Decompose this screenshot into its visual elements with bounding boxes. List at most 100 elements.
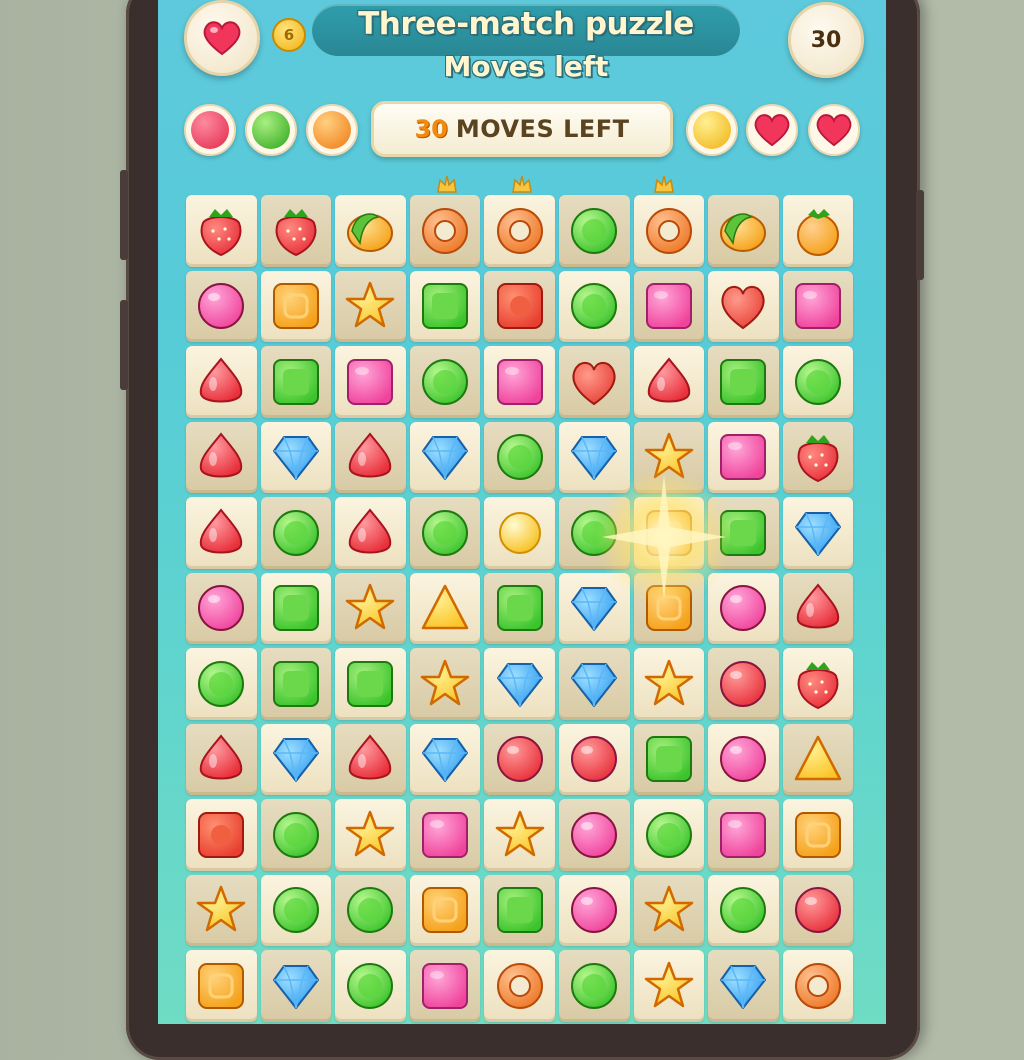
board-tile[interactable] bbox=[782, 421, 854, 493]
board-tile[interactable] bbox=[335, 950, 406, 1022]
board-tile[interactable] bbox=[558, 421, 630, 493]
board-tile[interactable] bbox=[335, 874, 406, 946]
board-tile[interactable] bbox=[409, 799, 481, 871]
board-tile[interactable] bbox=[335, 572, 406, 644]
board-tile[interactable] bbox=[186, 270, 257, 342]
board-tile[interactable] bbox=[558, 195, 630, 267]
board-tile[interactable] bbox=[335, 270, 406, 342]
board-tile[interactable] bbox=[260, 346, 332, 418]
board-tile[interactable] bbox=[708, 270, 779, 342]
board-tile[interactable] bbox=[633, 648, 705, 720]
board-tile[interactable] bbox=[558, 874, 630, 946]
board-tile[interactable] bbox=[558, 497, 630, 569]
board-tile[interactable] bbox=[335, 346, 406, 418]
board-tile[interactable] bbox=[260, 421, 332, 493]
board-tile[interactable] bbox=[558, 270, 630, 342]
board-tile[interactable] bbox=[484, 799, 555, 871]
board-tile[interactable] bbox=[708, 195, 779, 267]
board-tile[interactable] bbox=[335, 497, 406, 569]
board-tile[interactable] bbox=[633, 572, 705, 644]
board-tile[interactable] bbox=[484, 572, 555, 644]
lives-button[interactable] bbox=[184, 0, 260, 76]
board-tile[interactable] bbox=[708, 497, 779, 569]
board-tile[interactable] bbox=[782, 874, 854, 946]
board-tile[interactable] bbox=[186, 195, 257, 267]
board-tile[interactable] bbox=[335, 723, 406, 795]
board-tile[interactable] bbox=[335, 421, 406, 493]
board-tile[interactable] bbox=[708, 723, 779, 795]
board-tile[interactable] bbox=[633, 421, 705, 493]
board-tile[interactable] bbox=[633, 195, 705, 267]
board-tile[interactable] bbox=[558, 950, 630, 1022]
board-tile[interactable] bbox=[409, 950, 481, 1022]
board-tile[interactable] bbox=[186, 572, 257, 644]
board-tile[interactable] bbox=[409, 723, 481, 795]
board-tile[interactable] bbox=[484, 874, 555, 946]
board-tile[interactable] bbox=[484, 346, 555, 418]
board-tile[interactable] bbox=[782, 723, 854, 795]
board-tile[interactable] bbox=[633, 270, 705, 342]
board-tile[interactable] bbox=[558, 648, 630, 720]
board-tile[interactable] bbox=[186, 421, 257, 493]
board-tile[interactable] bbox=[782, 497, 854, 569]
board-tile[interactable] bbox=[708, 346, 779, 418]
board-tile[interactable] bbox=[409, 572, 481, 644]
board-tile[interactable] bbox=[633, 497, 705, 569]
board-tile[interactable] bbox=[558, 572, 630, 644]
board-tile[interactable] bbox=[484, 195, 555, 267]
board-tile[interactable] bbox=[558, 346, 630, 418]
board-tile[interactable] bbox=[782, 195, 854, 267]
board-tile[interactable] bbox=[260, 195, 332, 267]
board-tile[interactable] bbox=[484, 648, 555, 720]
board-tile[interactable] bbox=[409, 497, 481, 569]
board-tile[interactable] bbox=[782, 572, 854, 644]
board-tile[interactable] bbox=[558, 723, 630, 795]
board-tile[interactable] bbox=[782, 648, 854, 720]
board-tile[interactable] bbox=[409, 648, 481, 720]
board-tile[interactable] bbox=[484, 723, 555, 795]
board-tile[interactable] bbox=[335, 799, 406, 871]
board-tile[interactable] bbox=[633, 723, 705, 795]
board-tile[interactable] bbox=[409, 421, 481, 493]
board-tile[interactable] bbox=[260, 950, 332, 1022]
board-tile[interactable] bbox=[708, 572, 779, 644]
board-tile[interactable] bbox=[186, 723, 257, 795]
board-tile[interactable] bbox=[782, 346, 854, 418]
board-tile[interactable] bbox=[633, 950, 705, 1022]
board-tile[interactable] bbox=[260, 572, 332, 644]
board-tile[interactable] bbox=[186, 799, 257, 871]
board-tile[interactable] bbox=[558, 799, 630, 871]
board-tile[interactable] bbox=[633, 874, 705, 946]
board-tile[interactable] bbox=[708, 421, 779, 493]
board-tile[interactable] bbox=[484, 497, 555, 569]
board-tile[interactable] bbox=[260, 799, 332, 871]
board-tile[interactable] bbox=[260, 270, 332, 342]
board-tile[interactable] bbox=[409, 346, 481, 418]
board-tile[interactable] bbox=[260, 648, 332, 720]
board-tile[interactable] bbox=[260, 723, 332, 795]
board-tile[interactable] bbox=[708, 799, 779, 871]
board-tile[interactable] bbox=[708, 950, 779, 1022]
board-tile[interactable] bbox=[260, 874, 332, 946]
board-tile[interactable] bbox=[633, 799, 705, 871]
board-tile[interactable] bbox=[633, 346, 705, 418]
board-tile[interactable] bbox=[260, 497, 332, 569]
board-tile[interactable] bbox=[484, 950, 555, 1022]
board-tile[interactable] bbox=[335, 648, 406, 720]
board-tile[interactable] bbox=[186, 346, 257, 418]
board-tile[interactable] bbox=[484, 421, 555, 493]
board-tile[interactable] bbox=[335, 195, 406, 267]
board-tile[interactable] bbox=[186, 648, 257, 720]
board-tile[interactable] bbox=[186, 874, 257, 946]
board-tile[interactable] bbox=[409, 874, 481, 946]
board-tile[interactable] bbox=[708, 874, 779, 946]
board-tile[interactable] bbox=[782, 950, 854, 1022]
board-tile[interactable] bbox=[782, 270, 854, 342]
board-tile[interactable] bbox=[186, 950, 257, 1022]
board-tile[interactable] bbox=[409, 195, 481, 267]
board-tile[interactable] bbox=[186, 497, 257, 569]
board-tile[interactable] bbox=[782, 799, 854, 871]
board-tile[interactable] bbox=[484, 270, 555, 342]
board-tile[interactable] bbox=[708, 648, 779, 720]
board-tile[interactable] bbox=[409, 270, 481, 342]
